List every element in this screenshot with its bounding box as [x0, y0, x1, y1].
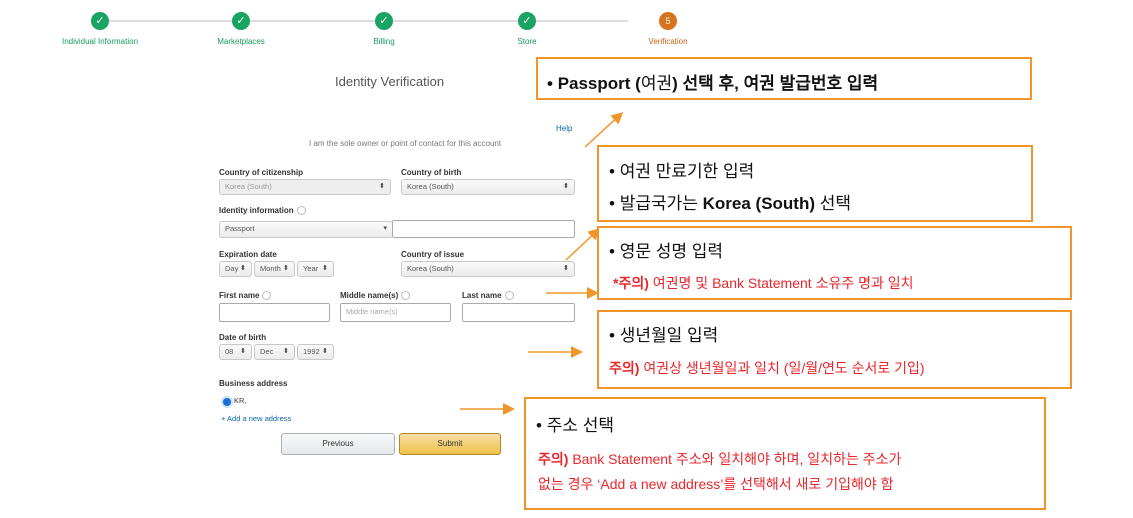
note-dob-line2: 주의) 여권상 생년월일과 일치 (일/월/연도 순서로 기입)	[609, 360, 925, 376]
note-dob-line1: • 생년월일 입력	[609, 326, 719, 345]
note-name-line2: *주의) 여권명 및 Bank Statement 소유주 명과 일치	[613, 275, 914, 291]
arrow-to-identity	[584, 111, 624, 148]
note-expiration: • 여권 만료기한 입력 • 발급국가는 Korea (South) 선택	[597, 145, 1033, 222]
note-address-line1: • 주소 선택	[536, 416, 614, 435]
arrow-to-expiration	[565, 227, 601, 261]
note-name: • 영문 성명 입력 *주의) 여권명 및 Bank Statement 소유주…	[597, 226, 1072, 300]
note-dob: • 생년월일 입력 주의) 여권상 생년월일과 일치 (일/월/연도 순서로 기…	[597, 310, 1072, 389]
note-passport: • Passport (여권) 선택 후, 여권 발급번호 입력	[536, 57, 1032, 100]
note-passport-line: • Passport (여권) 선택 후, 여권 발급번호 입력	[547, 74, 879, 93]
note-address-line3: 없는 경우 ‘Add a new address’를 선택해서 새로 기입해야 …	[538, 476, 894, 492]
note-address-line2: 주의) Bank Statement 주소와 일치해야 하며, 일치하는 주소가	[538, 451, 902, 467]
note-name-line1: • 영문 성명 입력	[609, 242, 723, 261]
note-expiration-line1: • 여권 만료기한 입력	[609, 162, 755, 181]
note-address: • 주소 선택 주의) Bank Statement 주소와 일치해야 하며, …	[524, 397, 1046, 510]
note-expiration-line2: • 발급국가는 Korea (South) 선택	[609, 194, 852, 213]
